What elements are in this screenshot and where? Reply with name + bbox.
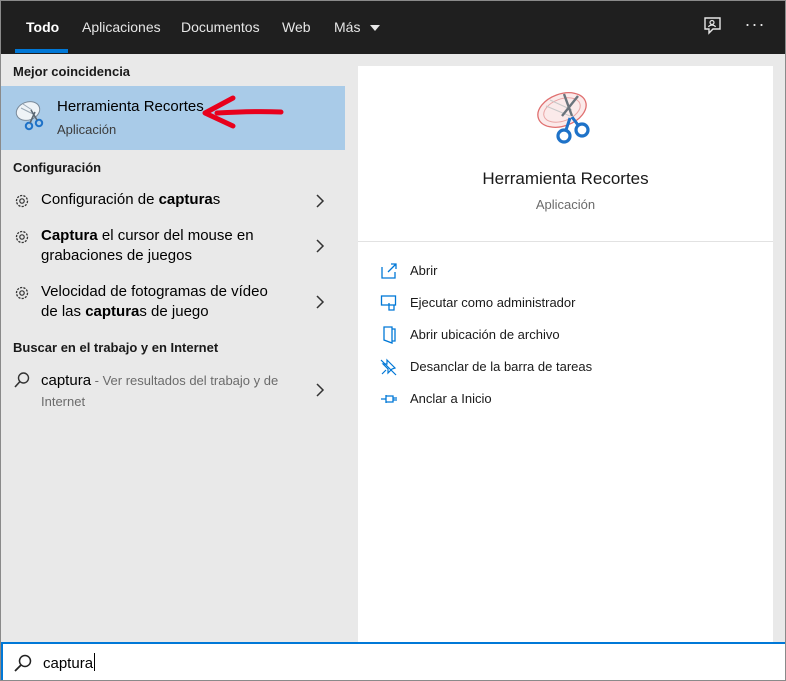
results-panel: Mejor coincidencia Herramienta Recortes …: [1, 54, 345, 642]
more-options-icon[interactable]: ···: [744, 13, 766, 35]
tab-documentos[interactable]: Documentos: [181, 1, 260, 54]
top-nav: Todo Aplicaciones Documentos Web Más ···: [1, 1, 785, 54]
chevron-right-icon: [316, 239, 325, 253]
feedback-icon[interactable]: [701, 15, 723, 37]
snipping-tool-icon: [537, 92, 590, 144]
tab-todo[interactable]: Todo: [26, 1, 59, 54]
setting-text: Velocidad de fotogramas de vídeo de las …: [41, 283, 268, 320]
search-input-value: captura: [43, 653, 96, 672]
web-search-item[interactable]: captura - Ver resultados del trabajo y d…: [1, 368, 345, 414]
setting-text: Captura el cursor del mouse en grabacion…: [41, 227, 254, 264]
best-match-type: Aplicación: [57, 122, 117, 137]
setting-text: Configuración de capturas: [41, 191, 221, 208]
gear-icon: [15, 286, 29, 300]
text-caret: [94, 653, 96, 671]
web-search-text: captura - Ver resultados del trabajo y d…: [41, 372, 279, 409]
best-match-item[interactable]: Herramienta Recortes Aplicación: [1, 86, 345, 150]
open-icon: [381, 263, 397, 279]
chevron-right-icon: [316, 295, 325, 309]
active-tab-indicator: [15, 49, 68, 53]
tab-mas-label: Más: [334, 19, 361, 35]
best-match-heading: Mejor coincidencia: [13, 64, 131, 79]
search-icon: [14, 654, 32, 672]
setting-item-framerate[interactable]: Velocidad de fotogramas de vídeo de las …: [1, 280, 345, 326]
preview-app-name: Herramienta Recortes: [482, 169, 649, 188]
pin-start-icon: [381, 395, 397, 403]
gear-icon: [15, 194, 29, 208]
run-as-admin-icon: [380, 295, 397, 311]
setting-item-capturas[interactable]: Configuración de capturas: [1, 188, 345, 214]
tab-web[interactable]: Web: [282, 1, 311, 54]
preview-app-type: Aplicación: [535, 197, 596, 212]
snipping-tool-icon: [15, 101, 44, 131]
divider: [358, 241, 773, 242]
chevron-right-icon: [316, 194, 325, 208]
settings-heading: Configuración: [13, 160, 102, 175]
tab-mas[interactable]: Más: [334, 1, 381, 54]
gear-icon: [15, 230, 29, 244]
preview-panel: Herramienta Recortes Aplicación Abrir Ej…: [358, 66, 773, 642]
web-search-heading: Buscar en el trabajo y en Internet: [13, 340, 219, 355]
unpin-taskbar-icon: [380, 358, 397, 376]
search-window: Todo Aplicaciones Documentos Web Más ···…: [0, 0, 786, 681]
search-input[interactable]: captura: [1, 642, 785, 680]
chevron-right-icon: [316, 383, 325, 397]
chevron-down-icon: [370, 25, 381, 32]
file-location-icon: [383, 326, 396, 344]
red-annotation-arrow: [202, 95, 284, 129]
search-icon: [14, 372, 30, 388]
setting-item-cursor[interactable]: Captura el cursor del mouse en grabacion…: [1, 224, 345, 270]
best-match-name: Herramienta Recortes: [57, 98, 204, 115]
tab-aplicaciones[interactable]: Aplicaciones: [82, 1, 161, 54]
